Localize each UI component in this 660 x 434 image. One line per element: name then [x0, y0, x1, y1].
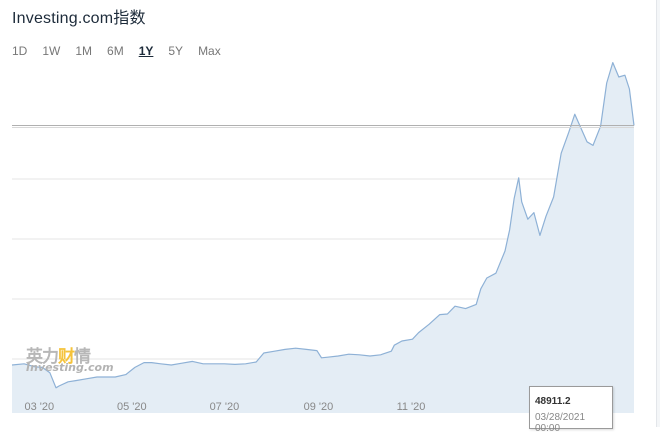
- watermark-logo: 英力财情 Investing.com: [26, 342, 116, 374]
- x-tick-label: 05 '20: [117, 401, 147, 413]
- scroll-edge: [656, 0, 660, 427]
- x-tick-label: 07 '20: [210, 401, 240, 413]
- x-tick-label: 03 '20: [24, 401, 54, 413]
- tooltip-date: 03/28/2021 00:00: [535, 412, 586, 434]
- x-tick-label: 09 '20: [304, 401, 334, 413]
- x-tick-label: 11 '20: [397, 401, 426, 413]
- value-tooltip: 48911.2 03/28/2021 00:00: [529, 386, 613, 434]
- watermark-site-text: Investing.com: [26, 361, 114, 374]
- tooltip-value: 48911.2: [535, 396, 571, 407]
